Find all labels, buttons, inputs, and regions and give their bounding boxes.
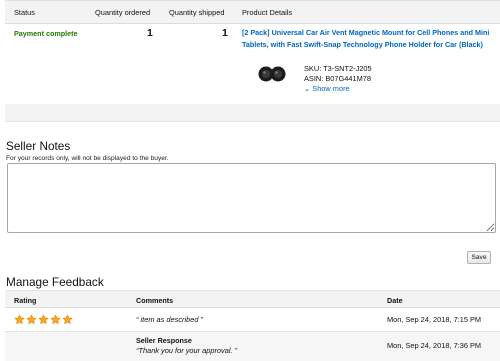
- product-sku: SKU: T3-SNT2-J205: [304, 64, 372, 73]
- order-item-row: Payment complete 1 1 [2 Pack] Universal …: [5, 24, 500, 104]
- header-rating: Rating: [14, 296, 37, 305]
- product-title-link[interactable]: [2 Pack] Universal Car Air Vent Magnetic…: [242, 27, 500, 51]
- star-icon: [38, 314, 49, 325]
- chevron-down-icon: ⌄: [304, 84, 311, 93]
- product-asin: ASIN: B07G441M78: [304, 74, 371, 83]
- feedback-row: “ item as described ” Mon, Sep 24, 2018,…: [5, 308, 500, 332]
- feedback-date: Mon, Sep 24, 2018, 7:15 PM: [387, 315, 482, 324]
- seller-response-text: “Thank you for your approval. ”: [136, 346, 238, 355]
- star-icon: [14, 314, 25, 325]
- header-quantity-ordered: Quantity ordered: [95, 8, 151, 17]
- header-comments: Comments: [136, 296, 174, 305]
- seller-response-label: Seller Response: [136, 336, 192, 345]
- feedback-table: Rating Comments Date “ item as described…: [5, 290, 500, 361]
- show-more-link[interactable]: ⌄ Show more: [304, 84, 350, 93]
- order-table-footer: [5, 104, 500, 122]
- quantity-shipped-value: 1: [222, 27, 228, 39]
- order-items-table: Status Quantity ordered Quantity shipped…: [5, 0, 500, 122]
- quantity-ordered-value: 1: [147, 27, 153, 39]
- product-thumbnail[interactable]: [257, 64, 287, 84]
- seller-response-row: Seller Response “Thank you for your appr…: [5, 332, 500, 361]
- payment-status: Payment complete: [14, 29, 78, 38]
- header-status: Status: [14, 8, 35, 17]
- save-notes-button[interactable]: Save: [467, 251, 491, 264]
- seller-notes-title: Seller Notes: [6, 139, 71, 153]
- feedback-comment: “ item as described ”: [136, 315, 203, 324]
- star-icon: [26, 314, 37, 325]
- header-product-details: Product Details: [242, 8, 293, 17]
- seller-response-date: Mon, Sep 24, 2018, 7:36 PM: [387, 341, 482, 350]
- show-more-label: Show more: [312, 84, 350, 93]
- star-rating: [14, 314, 73, 326]
- order-table-header: Status Quantity ordered Quantity shipped…: [5, 0, 500, 24]
- manage-feedback-title: Manage Feedback: [6, 275, 104, 289]
- feedback-table-header: Rating Comments Date: [5, 290, 500, 308]
- star-icon: [50, 314, 61, 325]
- seller-notes-textarea[interactable]: [7, 163, 496, 233]
- header-date: Date: [387, 296, 403, 305]
- header-quantity-shipped: Quantity shipped: [169, 8, 225, 17]
- star-icon: [62, 314, 73, 325]
- seller-notes-subtitle: For your records only, will not be displ…: [6, 155, 169, 162]
